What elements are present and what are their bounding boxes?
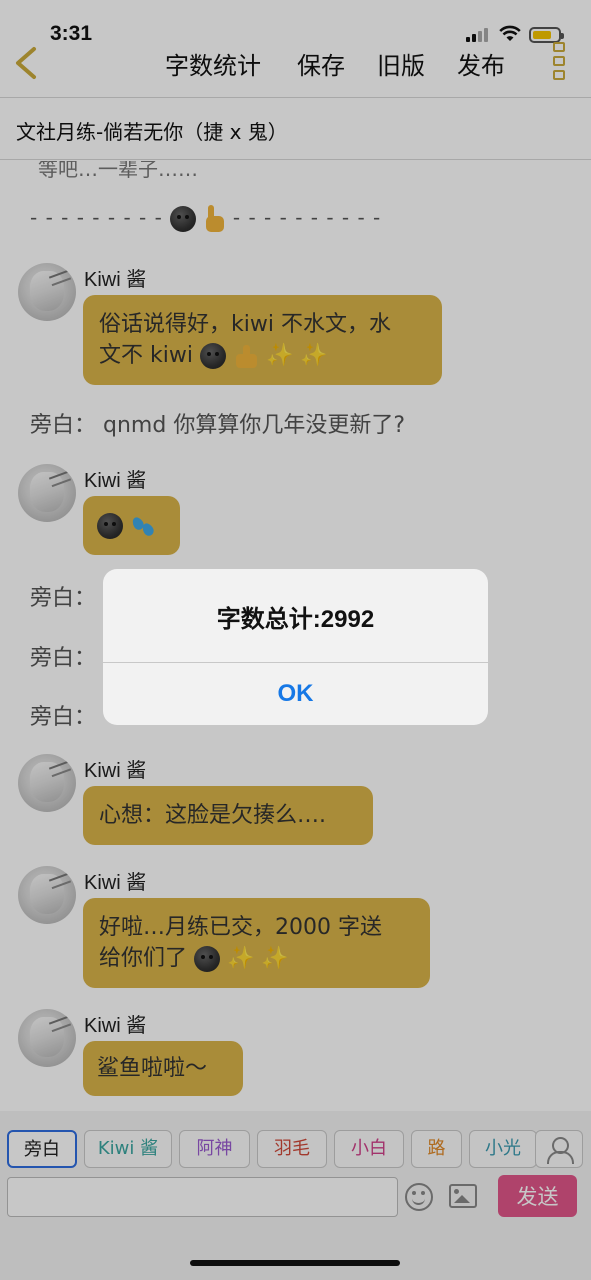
word-count-alert: 字数总计:2992 OK bbox=[103, 569, 488, 725]
app-screen: 3:31 字数统计 保存 旧版 发布 文社月练-倘若无你（捷 x 鬼） 等吧…一… bbox=[0, 0, 591, 1280]
alert-title: 字数总计:2992 bbox=[216, 606, 375, 633]
alert-ok-button[interactable]: OK bbox=[103, 663, 488, 725]
